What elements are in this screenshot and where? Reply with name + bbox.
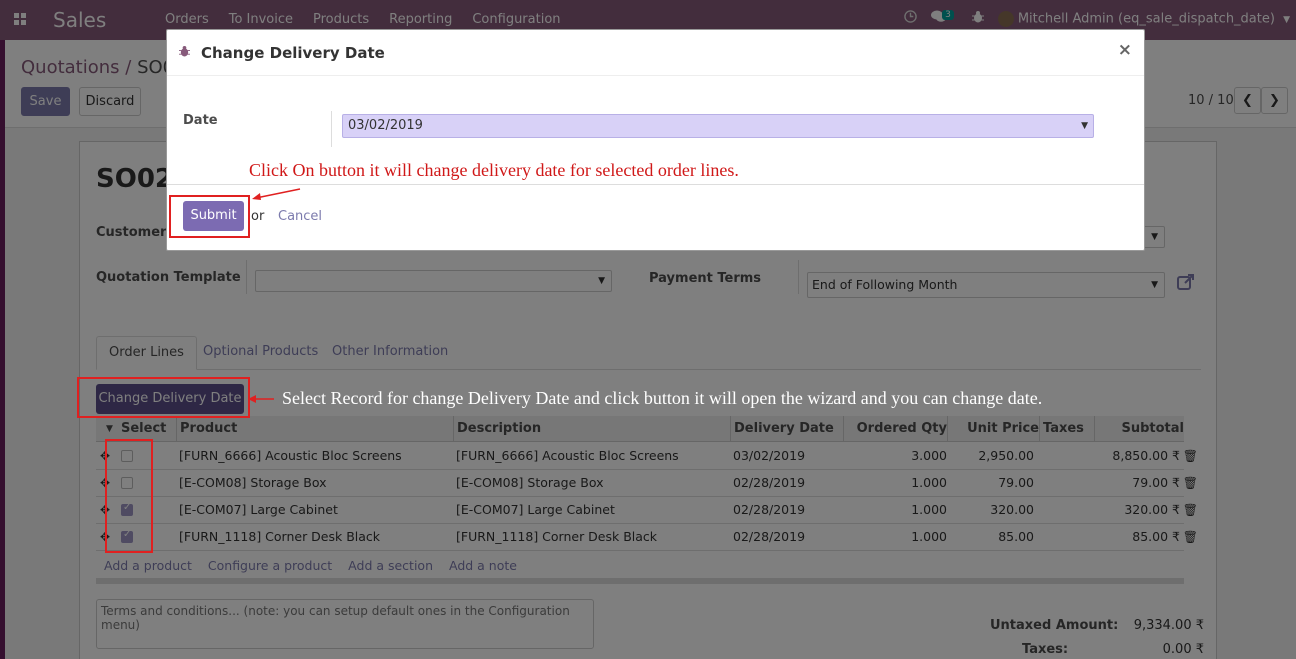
caret-down-icon: ▼ (1081, 121, 1088, 131)
annotation-modal-note: Click On button it will change delivery … (249, 160, 739, 180)
or-text: or (251, 209, 265, 224)
dialog-title: Change Delivery Date (201, 44, 385, 62)
date-value: 03/02/2019 (348, 118, 423, 133)
dialog-header: Change Delivery Date × (167, 30, 1144, 76)
date-field[interactable]: 03/02/2019 ▼ (342, 114, 1094, 138)
date-label: Date (183, 113, 218, 128)
annotation-arrow-icon (252, 188, 301, 200)
bug-icon (179, 45, 190, 60)
annotation-button-note: Select Record for change Delivery Date a… (282, 388, 1043, 408)
annotation-button-box (77, 377, 250, 418)
annotation-submit-box (169, 195, 250, 238)
field-divider (331, 111, 332, 147)
change-delivery-date-dialog: Change Delivery Date × Date 03/02/2019 ▼… (166, 29, 1145, 251)
close-icon[interactable]: × (1118, 40, 1132, 60)
dialog-footer: Submit or Cancel (167, 184, 1144, 252)
annotation-select-box (105, 439, 153, 553)
annotation-arrow-icon (248, 395, 274, 403)
cancel-link[interactable]: Cancel (278, 209, 322, 224)
